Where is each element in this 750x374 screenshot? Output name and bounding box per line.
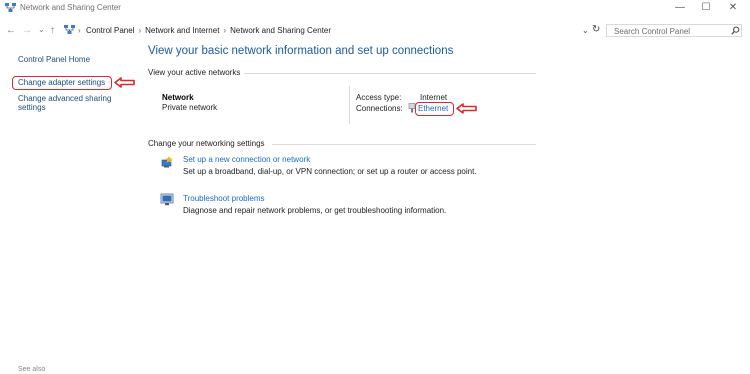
change-adapter-settings-link[interactable]: Change adapter settings (18, 78, 105, 87)
maximize-button[interactable]: ☐ (696, 1, 716, 15)
setup-new-connection-link[interactable]: Set up a new connection or network (183, 155, 310, 164)
up-arrow-icon[interactable]: ↑ (50, 25, 55, 36)
close-button[interactable]: ✕ (723, 1, 743, 15)
access-type-label: Access type: (356, 93, 402, 102)
troubleshoot-icon[interactable] (160, 193, 174, 208)
network-center-app-icon (5, 3, 16, 13)
vertical-divider (349, 86, 350, 124)
change-settings-heading: Change your networking settings (148, 139, 265, 148)
breadcrumb-control-panel[interactable]: Control Panel (86, 26, 134, 35)
pointer-arrow-icon (114, 77, 136, 90)
pointer-arrow-icon (456, 103, 478, 116)
search-icon[interactable] (731, 26, 740, 37)
change-advanced-sharing-link-line1[interactable]: Change advanced sharing (18, 94, 111, 103)
breadcrumb-network-and-internet[interactable]: Network and Internet (145, 26, 219, 35)
back-arrow-icon[interactable]: ← (6, 25, 16, 36)
breadcrumb-network-and-sharing-center[interactable]: Network and Sharing Center (230, 26, 331, 35)
search-placeholder: Search Control Panel (614, 27, 691, 36)
window-title: Network and Sharing Center (20, 3, 121, 12)
breadcrumb-separator-icon: › (223, 26, 227, 35)
page-title: View your basic network information and … (148, 45, 454, 57)
network-name: Network (162, 93, 194, 102)
breadcrumb-separator-icon: › (78, 26, 81, 35)
ethernet-connection-link[interactable]: Ethernet (418, 104, 448, 113)
access-type-value: Internet (420, 93, 448, 102)
see-also-label: See also (18, 366, 46, 373)
breadcrumb: Control Panel › Network and Internet › N… (86, 26, 331, 35)
breadcrumb-separator-icon: › (138, 26, 142, 35)
change-advanced-sharing-link-line2[interactable]: settings (18, 103, 46, 112)
setup-new-connection-description: Set up a broadband, dial-up, or VPN conn… (183, 167, 477, 176)
section-divider (272, 144, 536, 145)
minimize-button[interactable]: — (670, 1, 690, 15)
refresh-icon[interactable]: ↻ (592, 24, 600, 35)
troubleshoot-problems-description: Diagnose and repair network problems, or… (183, 206, 447, 215)
forward-arrow-icon[interactable]: → (22, 25, 32, 36)
section-divider (244, 73, 536, 74)
troubleshoot-problems-link[interactable]: Troubleshoot problems (183, 194, 265, 203)
recent-locations-chevron-icon[interactable]: ⌄ (38, 25, 45, 34)
control-panel-icon (64, 25, 75, 37)
network-type: Private network (162, 103, 218, 112)
connections-label: Connections: (356, 104, 403, 113)
control-panel-home-link[interactable]: Control Panel Home (18, 55, 90, 64)
new-connection-icon[interactable] (160, 155, 174, 170)
address-dropdown-chevron-icon[interactable]: ⌄ (582, 26, 589, 35)
active-networks-heading: View your active networks (148, 68, 241, 77)
